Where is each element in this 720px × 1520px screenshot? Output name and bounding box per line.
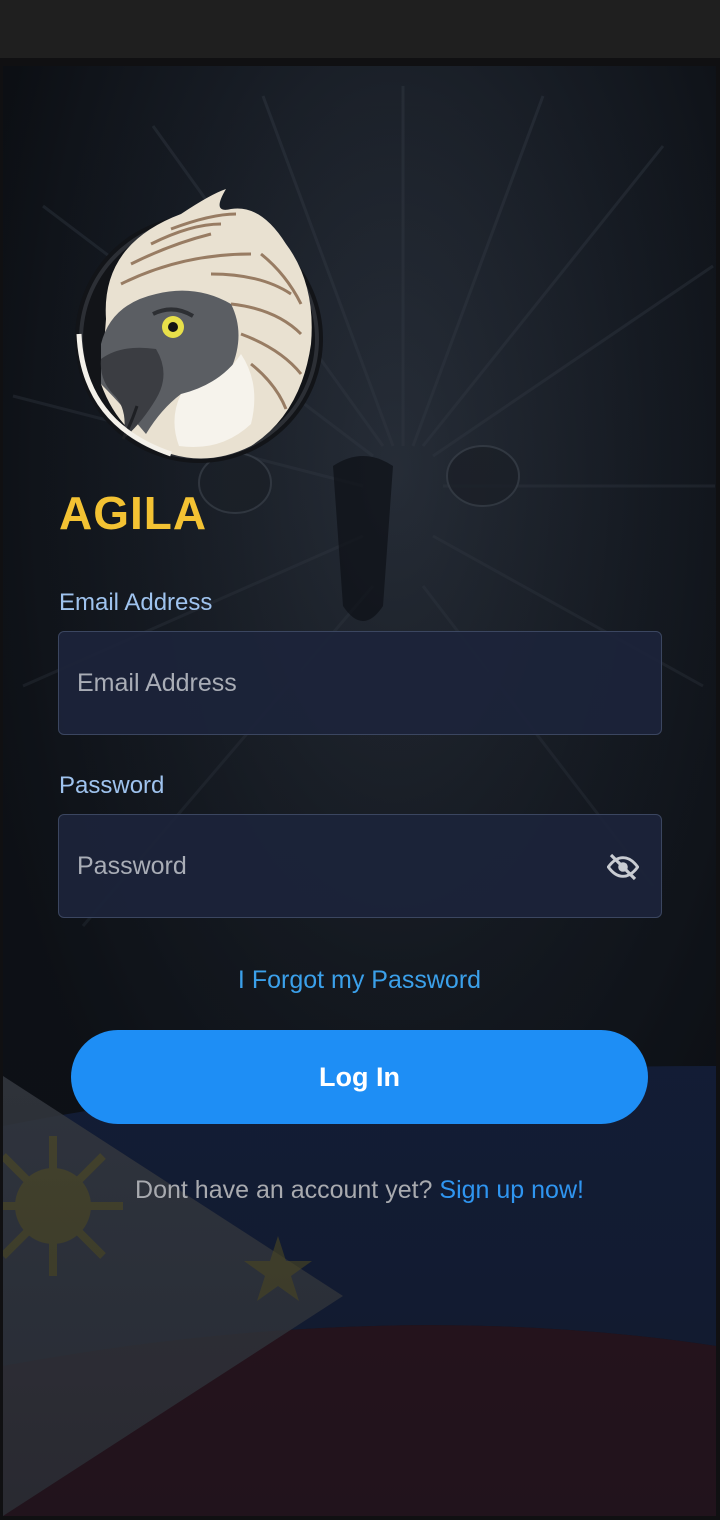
email-input[interactable] xyxy=(77,632,597,734)
password-field-box[interactable] xyxy=(58,814,662,918)
signup-link[interactable]: Sign up now! xyxy=(439,1176,584,1204)
app-brand-name: AGILA xyxy=(59,487,208,539)
signup-row: Dont have an account yet? Sign up now! xyxy=(3,1176,716,1205)
password-input[interactable] xyxy=(77,815,597,917)
login-button[interactable]: Log In xyxy=(71,1030,648,1124)
email-field-box[interactable] xyxy=(58,631,662,735)
forgot-password-link[interactable]: I Forgot my Password xyxy=(3,966,716,995)
login-screen: AGILA Email Address Password I Forgot my… xyxy=(3,66,716,1516)
agila-logo xyxy=(75,189,323,463)
email-label: Email Address xyxy=(59,589,213,616)
eye-off-icon[interactable] xyxy=(607,851,639,883)
password-label: Password xyxy=(59,772,165,799)
signup-prompt: Dont have an account yet? xyxy=(135,1176,433,1204)
status-bar xyxy=(0,0,720,58)
